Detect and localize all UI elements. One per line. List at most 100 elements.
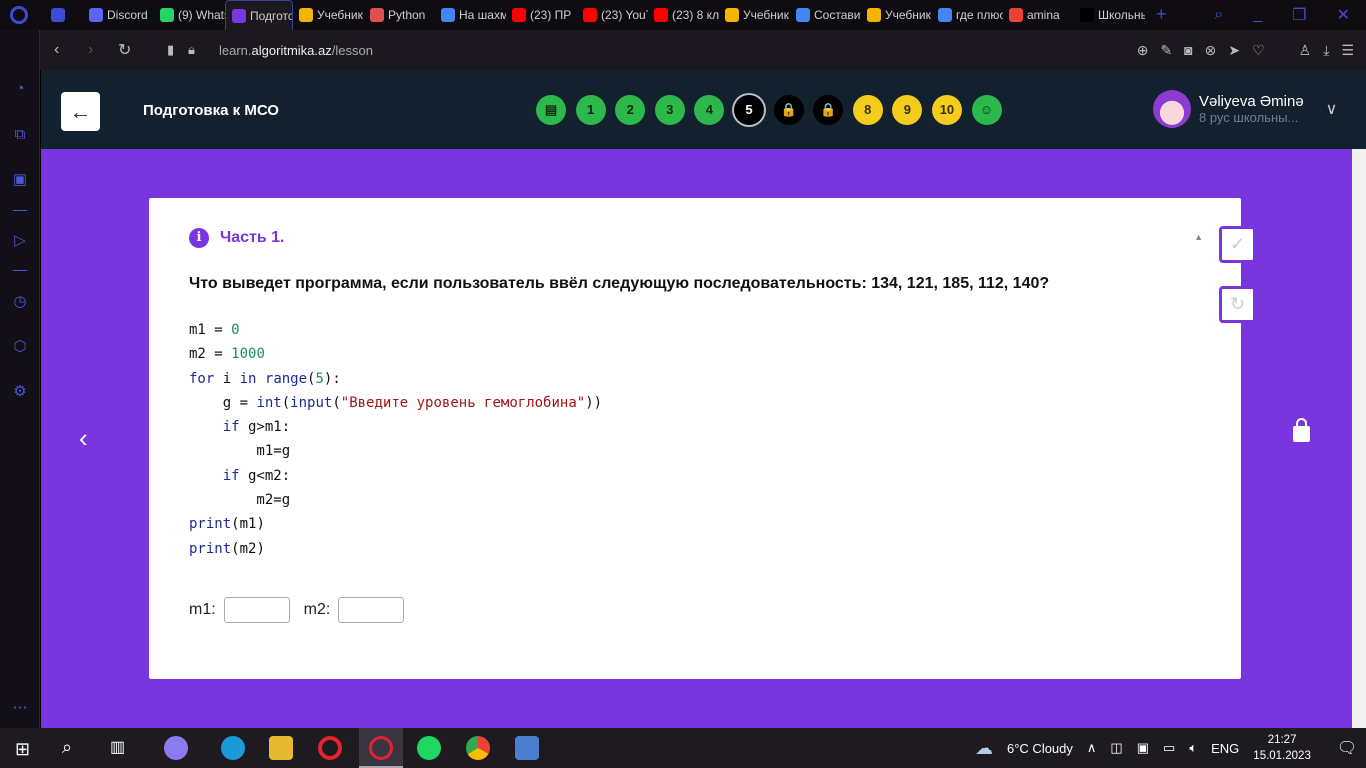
search-icon[interactable]: ⌕ <box>62 737 72 758</box>
step-9[interactable]: 9 <box>892 95 923 125</box>
heart-icon[interactable]: ♡ <box>1252 42 1265 59</box>
code-line: g = int(input("Введите уровень гемоглоби… <box>189 391 602 415</box>
close-window-button[interactable]: ✕ <box>1337 5 1350 25</box>
opera-logo-icon[interactable] <box>10 6 28 24</box>
step-10[interactable]: 10 <box>931 95 962 125</box>
clock[interactable]: 21:27 15.01.2023 <box>1253 732 1311 764</box>
tabs: Discord (9) WhatsAppПодготовка✕ Учебник Pyt… <box>45 0 1145 30</box>
camera-icon[interactable]: ◙ <box>1184 42 1192 59</box>
m2-input[interactable] <box>338 597 405 623</box>
edge-icon[interactable] <box>221 736 245 760</box>
step-1[interactable]: 1 <box>575 95 606 125</box>
twitch-icon[interactable]: ▣ <box>11 170 29 188</box>
notifications-icon[interactable]: 🗨︎ <box>1337 738 1357 758</box>
restore-button[interactable]: ❐ <box>1292 5 1306 25</box>
browser-tab[interactable]: amina <box>1003 0 1074 30</box>
slides-icon <box>299 8 313 22</box>
spotify-icon[interactable] <box>417 736 441 760</box>
retry-button[interactable]: ↻ <box>1219 286 1256 323</box>
history-icon[interactable]: ◷ <box>11 292 29 310</box>
tab-label: Составить <box>814 8 861 22</box>
browser-tab[interactable]: Discord <box>83 0 154 30</box>
task-card: i Часть 1. ▲ Что выведет программа, если… <box>149 198 1241 679</box>
opera-app-icon[interactable] <box>318 736 342 760</box>
step-11[interactable]: ☺ <box>971 95 1002 125</box>
school-icon <box>1080 8 1094 22</box>
workspace-icon[interactable]: ⧉ <box>11 126 29 144</box>
alice-app-icon[interactable] <box>164 736 188 760</box>
lock-icon[interactable]: 🔒︎ <box>188 42 195 58</box>
windows-start-icon[interactable]: ⊞ <box>15 739 30 760</box>
m1-input[interactable] <box>223 597 290 623</box>
url-field[interactable]: learn.algoritmika.az/lesson <box>219 43 373 58</box>
forward-nav-button[interactable]: › <box>88 41 93 59</box>
search-tabs-icon[interactable]: ⌕ <box>1214 6 1223 24</box>
task-view-icon[interactable]: ▥ <box>110 737 125 757</box>
browser-tab[interactable]: На шахматной <box>435 0 506 30</box>
step-4[interactable]: 4 <box>694 95 725 125</box>
step-3[interactable]: 3 <box>654 95 685 125</box>
adblock-icon[interactable]: ⊗ <box>1205 42 1217 59</box>
browser-tab[interactable]: (23) 8 класс <box>648 0 719 30</box>
step-8[interactable]: 8 <box>852 95 883 125</box>
weather-text[interactable]: 6°C Cloudy <box>1007 741 1073 756</box>
step-2[interactable]: 2 <box>615 95 646 125</box>
browser-tab[interactable]: Учебник <box>293 0 364 30</box>
browser-tab[interactable]: Python <box>364 0 435 30</box>
easy-setup-icon[interactable]: ☰ <box>1341 42 1354 59</box>
collapse-icon[interactable]: ▲ <box>1194 232 1203 242</box>
extensions-icon[interactable]: ⬡ <box>11 337 29 355</box>
clipboard-icon[interactable]: ▮ <box>167 42 174 58</box>
step-5[interactable]: 5 <box>733 95 764 125</box>
chevron-down-icon[interactable]: ∨ <box>1326 99 1338 119</box>
tab-label: Школьный <box>1098 8 1145 22</box>
chrome-icon[interactable] <box>466 736 490 760</box>
step-7[interactable]: 🔒 <box>813 95 844 125</box>
settings-icon[interactable]: ⚙ <box>11 382 29 400</box>
minimize-button[interactable]: _ <box>1253 6 1262 24</box>
browser-tab[interactable]: (23) ПР <box>506 0 577 30</box>
camera-tray-icon[interactable]: ◫ <box>1110 740 1122 756</box>
speed-dial-icon[interactable]: ◔ <box>11 80 29 98</box>
download-icon[interactable]: ⤓ <box>1323 42 1329 59</box>
browser-tab[interactable]: Подготовка✕ <box>225 0 293 30</box>
url-path: /lesson <box>331 42 373 58</box>
code-token: )) <box>585 394 603 411</box>
step-0[interactable]: ▤ <box>536 95 566 125</box>
lesson-area: ‹ i Часть 1. ▲ Что выведет программа, ес… <box>41 149 1352 728</box>
show-hidden-icons[interactable]: ∧ <box>1087 740 1097 756</box>
browser-tab[interactable]: Школьный <box>1074 0 1145 30</box>
new-tab-button[interactable]: + <box>1156 4 1167 25</box>
reload-button[interactable]: ↻ <box>118 40 131 60</box>
snapshot-edit-icon[interactable]: ✎ <box>1160 42 1172 59</box>
volume-icon[interactable]: 🔈︎ <box>1189 740 1197 756</box>
browser-tab[interactable]: (9) WhatsApp <box>154 0 225 30</box>
calculator-icon[interactable] <box>515 736 539 760</box>
file-explorer-icon[interactable] <box>269 736 293 760</box>
slides-icon <box>867 8 881 22</box>
display-tray-icon[interactable]: ▣ <box>1137 740 1149 756</box>
browser-tab[interactable] <box>45 0 83 30</box>
player-icon[interactable]: ▷ <box>11 231 29 249</box>
language-indicator[interactable]: ENG <box>1211 741 1239 756</box>
account-icon[interactable]: ♙ <box>1299 42 1312 59</box>
user-menu[interactable]: Vəliyeva Əminə 8 рус школьны... ∨ <box>1153 90 1337 128</box>
step-6[interactable]: 🔒 <box>773 95 804 125</box>
check-answer-button[interactable]: ✓ <box>1219 226 1256 263</box>
browser-tab[interactable]: где плюс <box>932 0 1003 30</box>
more-icon[interactable]: ⋯ <box>11 698 29 716</box>
youtube-icon <box>512 8 526 22</box>
browser-tab[interactable]: Составить <box>790 0 861 30</box>
back-nav-button[interactable]: ‹ <box>54 41 59 59</box>
browser-tab[interactable]: Учебник <box>719 0 790 30</box>
battery-icon[interactable]: ▭ <box>1163 740 1175 756</box>
prev-arrow-icon[interactable]: ‹ <box>79 423 88 454</box>
browser-tab[interactable]: Учебник <box>861 0 932 30</box>
send-icon[interactable]: ➤ <box>1228 42 1240 59</box>
opera-active-taskbar-button[interactable] <box>359 728 403 768</box>
scrollbar[interactable] <box>1352 149 1366 728</box>
back-button[interactable]: ← <box>61 92 100 131</box>
browser-tab[interactable]: (23) YouTube <box>577 0 648 30</box>
zoom-icon[interactable]: ⊕ <box>1137 42 1149 59</box>
code-token: m2 = <box>189 346 232 363</box>
